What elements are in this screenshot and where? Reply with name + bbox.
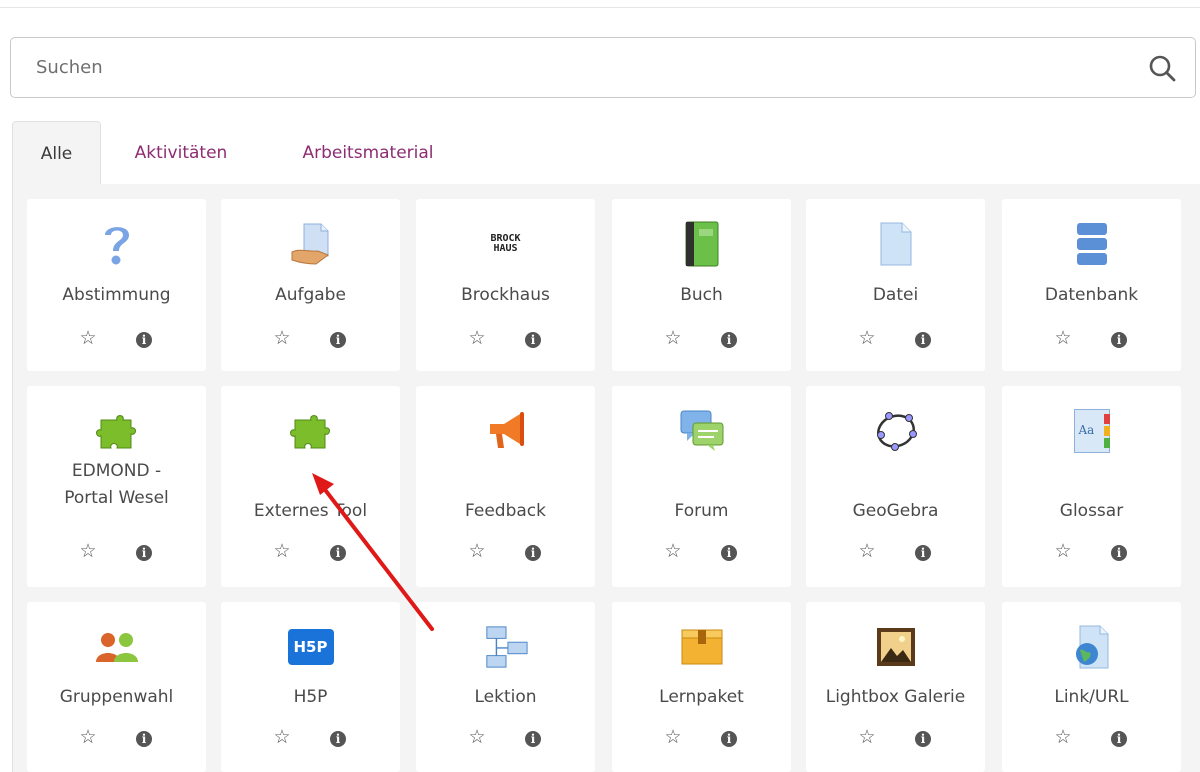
info-icon[interactable] [525, 731, 541, 747]
search-icon[interactable] [1147, 53, 1179, 85]
module-label: Gruppenwahl [59, 687, 174, 707]
module-label: Lernpaket [659, 687, 744, 707]
module-card[interactable]: EDMOND - Portal Wesel ☆ [27, 386, 206, 587]
brockhaus-logo: BROCK HAUS [490, 233, 521, 254]
info-icon[interactable] [330, 545, 346, 561]
star-icon[interactable]: ☆ [1052, 328, 1074, 350]
star-icon[interactable]: ☆ [271, 541, 293, 563]
tab-arbeitsmaterial[interactable]: Arbeitsmaterial [280, 121, 456, 185]
info-icon[interactable] [1111, 332, 1127, 348]
info-icon[interactable] [915, 545, 931, 561]
module-card[interactable]: Buch ☆ [612, 199, 791, 371]
star-icon[interactable]: ☆ [466, 727, 488, 749]
book-icon [679, 221, 725, 267]
star-icon[interactable]: ☆ [271, 328, 293, 350]
module-label: GeoGebra [852, 501, 939, 521]
star-icon[interactable]: ☆ [466, 541, 488, 563]
module-card[interactable]: H5P H5P ☆ [221, 602, 400, 772]
module-label: H5P [293, 687, 328, 707]
tab-bar: Alle Aktivitäten Arbeitsmaterial [12, 121, 1200, 185]
database-icon [1069, 221, 1115, 267]
module-card[interactable]: Lektion ☆ [416, 602, 595, 772]
speech-bubbles-icon [679, 408, 725, 454]
group-icon [94, 624, 140, 670]
star-icon[interactable]: ☆ [856, 541, 878, 563]
star-icon[interactable]: ☆ [77, 328, 99, 350]
tab-aktivitaeten[interactable]: Aktivitäten [116, 121, 246, 185]
module-card[interactable]: Link/URL ☆ [1002, 602, 1181, 772]
info-icon[interactable] [525, 332, 541, 348]
info-icon[interactable] [136, 731, 152, 747]
puzzle-icon [94, 408, 140, 454]
module-card[interactable]: Lernpaket ☆ [612, 602, 791, 772]
search-input[interactable] [11, 38, 1195, 97]
info-icon[interactable] [136, 545, 152, 561]
top-divider [0, 0, 1200, 8]
module-card[interactable]: Abstimmung ☆ [27, 199, 206, 371]
geogebra-icon [873, 408, 919, 454]
info-icon[interactable] [915, 332, 931, 348]
info-icon[interactable] [721, 731, 737, 747]
lesson-icon [483, 624, 529, 670]
h5p-logo: H5P [287, 624, 334, 670]
module-label: Brockhaus [461, 285, 550, 305]
star-icon[interactable]: ☆ [466, 328, 488, 350]
module-label: Forum [674, 501, 729, 521]
info-icon[interactable] [330, 731, 346, 747]
tab-alle[interactable]: Alle [12, 121, 101, 185]
url-icon [1069, 624, 1115, 670]
star-icon[interactable]: ☆ [1052, 541, 1074, 563]
module-card[interactable]: Feedback ☆ [416, 386, 595, 587]
module-card[interactable]: Forum ☆ [612, 386, 791, 587]
module-label: Datei [872, 285, 919, 305]
info-icon[interactable] [330, 332, 346, 348]
module-label: Aufgabe [275, 285, 346, 305]
assignment-icon [288, 221, 334, 267]
star-icon[interactable]: ☆ [662, 727, 684, 749]
star-icon[interactable]: ☆ [662, 328, 684, 350]
question-icon [94, 221, 140, 267]
module-card[interactable]: Externes Tool ☆ [221, 386, 400, 587]
info-icon[interactable] [1111, 731, 1127, 747]
module-label: Abstimmung [62, 285, 171, 305]
megaphone-icon [483, 408, 529, 454]
module-label: Feedback [465, 501, 546, 521]
info-icon[interactable] [721, 332, 737, 348]
info-icon[interactable] [136, 332, 152, 348]
star-icon[interactable]: ☆ [856, 328, 878, 350]
file-icon [873, 221, 919, 267]
module-card[interactable]: Lightbox Galerie ☆ [806, 602, 985, 772]
info-icon[interactable] [1111, 545, 1127, 561]
module-label: Glossar [1059, 501, 1124, 521]
module-label: Link/URL [1054, 687, 1129, 707]
star-icon[interactable]: ☆ [1052, 727, 1074, 749]
puzzle-icon [288, 408, 334, 454]
module-label: EDMOND - Portal Wesel [64, 461, 169, 508]
star-icon[interactable]: ☆ [662, 541, 684, 563]
star-icon[interactable]: ☆ [77, 541, 99, 563]
package-icon [679, 624, 725, 670]
info-icon[interactable] [525, 545, 541, 561]
module-card[interactable]: Datenbank ☆ [1002, 199, 1181, 371]
module-label: Lightbox Galerie [825, 687, 966, 707]
module-label: Datenbank [1044, 285, 1139, 305]
module-card[interactable]: Gruppenwahl ☆ [27, 602, 206, 772]
module-card[interactable]: BROCK HAUS Brockhaus ☆ [416, 199, 595, 371]
star-icon[interactable]: ☆ [77, 727, 99, 749]
image-gallery-icon [873, 624, 919, 670]
glossary-icon: Aa [1069, 408, 1115, 454]
module-card[interactable]: GeoGebra ☆ [806, 386, 985, 587]
star-icon[interactable]: ☆ [271, 727, 293, 749]
module-card[interactable]: Aufgabe ☆ [221, 199, 400, 371]
star-icon[interactable]: ☆ [856, 727, 878, 749]
module-card[interactable]: Aa Glossar ☆ [1002, 386, 1181, 587]
info-icon[interactable] [915, 731, 931, 747]
info-icon[interactable] [721, 545, 737, 561]
module-label: Externes Tool [253, 501, 368, 521]
module-card[interactable]: Datei ☆ [806, 199, 985, 371]
search-box[interactable] [10, 37, 1196, 98]
module-label: Lektion [474, 687, 537, 707]
module-label: Buch [680, 285, 723, 305]
